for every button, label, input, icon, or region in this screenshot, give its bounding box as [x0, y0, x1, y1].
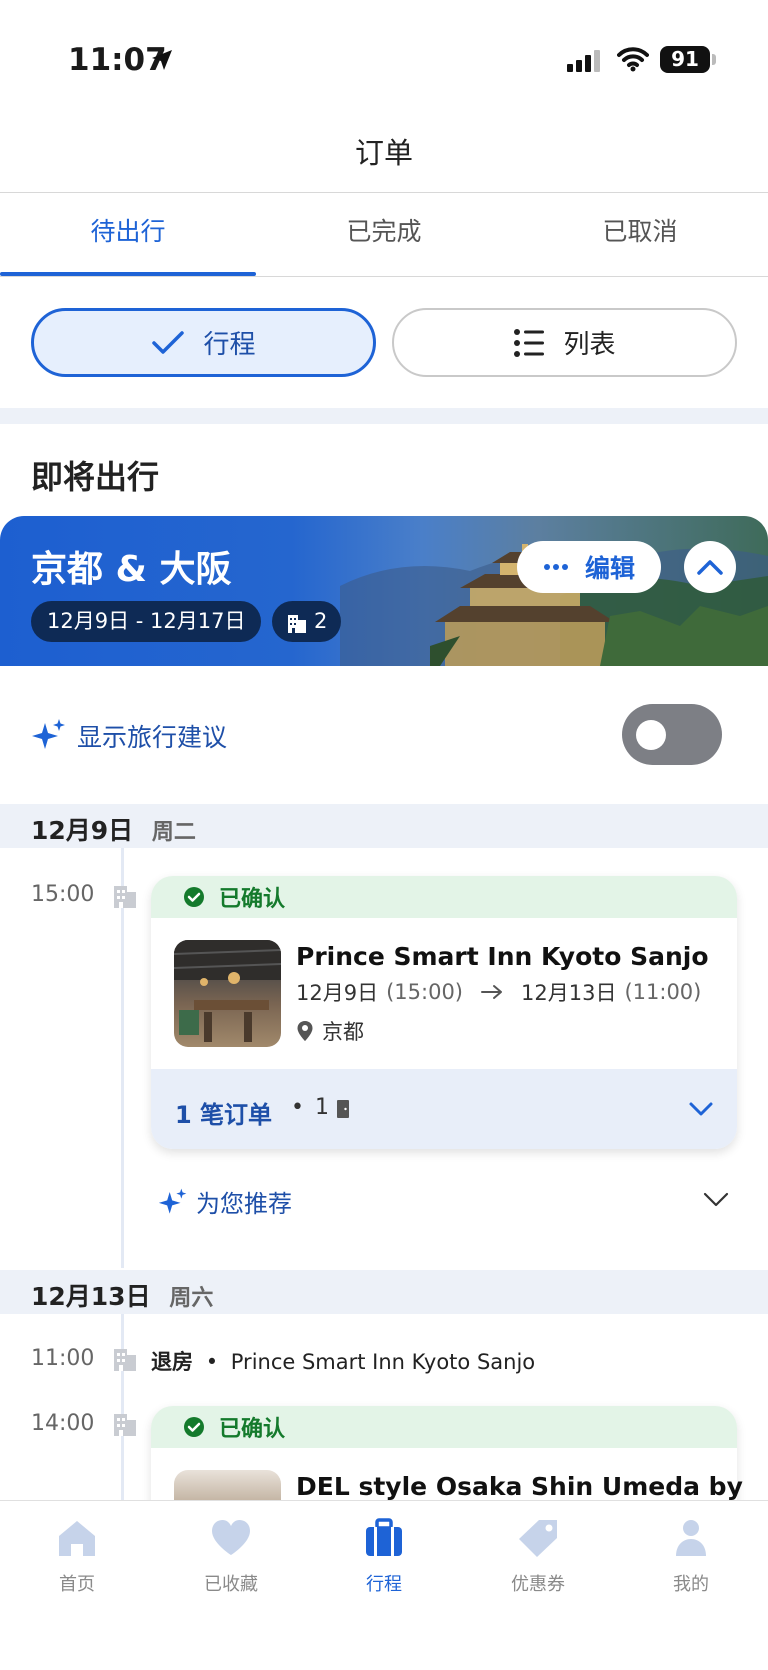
trip-title: 京都 & 大阪	[31, 549, 232, 590]
tab-cancelled[interactable]: 已取消	[512, 212, 768, 248]
person-icon	[670, 1518, 712, 1558]
signal-icon	[567, 50, 603, 72]
chevron-down-icon[interactable]	[688, 1101, 714, 1117]
separator-dot: •	[205, 1350, 219, 1374]
tab-upcoming[interactable]: 待出行	[0, 212, 256, 248]
day-weekday: 周六	[169, 1286, 214, 1311]
battery-indicator: 91	[660, 46, 710, 73]
nav-profile-label: 我的	[673, 1574, 709, 1595]
event-time: 15:00	[31, 882, 95, 907]
building-icon	[286, 611, 308, 633]
tab-completed[interactable]: 已完成	[256, 212, 512, 248]
hotel-location: 京都	[296, 1016, 364, 1046]
nav-favorites[interactable]: 已收藏	[154, 1518, 308, 1596]
stay-dates: 12月9日 (15:00) 12月13日 (11:00)	[296, 977, 701, 1007]
status-confirmed: 已确认	[151, 1406, 737, 1448]
trip-view-label: 行程	[203, 330, 256, 360]
map-pin-icon	[296, 1020, 314, 1042]
edit-trip-button[interactable]: 编辑	[517, 541, 661, 593]
checkout-type: 退房	[151, 1350, 193, 1374]
tabs-divider	[0, 276, 768, 277]
hotel-name: DEL style Osaka Shin Umeda by	[296, 1472, 743, 1501]
checkin-time: (15:00)	[386, 980, 463, 1004]
status-label: 已确认	[219, 1417, 286, 1442]
recommend-label[interactable]: 为您推荐	[196, 1184, 292, 1219]
day-date: 12月9日 周二	[31, 816, 196, 845]
timeline-line	[121, 848, 124, 1268]
building-icon	[112, 1345, 138, 1371]
more-dots-icon	[543, 563, 569, 571]
status-confirmed: 已确认	[151, 876, 737, 918]
home-icon	[56, 1518, 98, 1558]
day-weekday: 周二	[151, 820, 196, 845]
event-time: 14:00	[31, 1411, 95, 1436]
nav-trips-label: 行程	[366, 1574, 402, 1595]
nav-profile[interactable]: 我的	[614, 1518, 768, 1596]
location-arrow-icon	[150, 48, 174, 72]
sparkle-icon	[31, 717, 67, 753]
hotel-count-chip: 2	[272, 601, 342, 642]
event-time: 11:00	[31, 1346, 95, 1371]
chevron-up-icon	[696, 558, 724, 576]
nav-favorites-label: 已收藏	[204, 1574, 258, 1595]
list-view-label: 列表	[563, 330, 616, 360]
nav-home-label: 首页	[59, 1574, 95, 1595]
toggle-knob	[636, 720, 666, 750]
list-icon	[513, 327, 545, 359]
section-separator	[0, 408, 768, 424]
checkout-time: (11:00)	[624, 980, 702, 1004]
checkout-date: 12月13日	[521, 981, 617, 1005]
collapse-trip-button[interactable]	[684, 541, 736, 593]
nav-trips[interactable]: 行程	[307, 1518, 461, 1596]
wifi-icon	[617, 46, 649, 72]
day-date: 12月13日 周六	[31, 1282, 214, 1311]
building-icon	[112, 882, 138, 908]
door-icon	[335, 1098, 351, 1118]
status-label: 已确认	[219, 887, 286, 912]
separator-dot: •	[291, 1095, 304, 1120]
sparkle-icon	[158, 1187, 188, 1217]
checkout-hotel: Prince Smart Inn Kyoto Sanjo	[230, 1350, 536, 1374]
trip-date-chip: 12月9日 - 12月17日	[31, 601, 262, 642]
check-circle-icon	[183, 1416, 205, 1438]
arrow-right-icon	[481, 984, 503, 1000]
chevron-down-icon[interactable]	[703, 1192, 729, 1208]
header-divider	[0, 192, 768, 193]
hotel-count: 2	[314, 609, 328, 633]
hotel-thumbnail[interactable]	[174, 940, 281, 1047]
trip-view-button[interactable]: 行程	[31, 308, 376, 377]
page-title: 订单	[354, 136, 413, 170]
edit-label: 编辑	[584, 554, 635, 583]
checkin-date: 12月9日	[296, 981, 379, 1005]
travel-suggestions-label: 显示旅行建议	[77, 723, 228, 752]
section-title: 即将出行	[31, 458, 160, 496]
nav-coupons-label: 优惠券	[511, 1574, 565, 1595]
room-count-value: 1	[315, 1095, 329, 1120]
building-icon	[112, 1410, 138, 1436]
list-view-button[interactable]: 列表	[392, 308, 737, 377]
battery-cap	[712, 54, 716, 65]
city-label: 京都	[322, 1020, 364, 1044]
hotel-name: Prince Smart Inn Kyoto Sanjo	[296, 942, 709, 971]
order-count: 1 笔订单	[175, 1101, 273, 1129]
checkout-event[interactable]: 退房 • Prince Smart Inn Kyoto Sanjo	[151, 1346, 535, 1376]
nav-home[interactable]: 首页	[0, 1518, 154, 1596]
check-icon	[151, 330, 185, 356]
check-circle-icon	[183, 886, 205, 908]
suitcase-icon	[363, 1518, 405, 1558]
heart-icon	[210, 1518, 252, 1558]
room-count: 1	[315, 1095, 351, 1120]
nav-coupons[interactable]: 优惠券	[461, 1518, 615, 1596]
tag-icon	[517, 1518, 559, 1558]
timeline-line	[121, 1314, 124, 1500]
